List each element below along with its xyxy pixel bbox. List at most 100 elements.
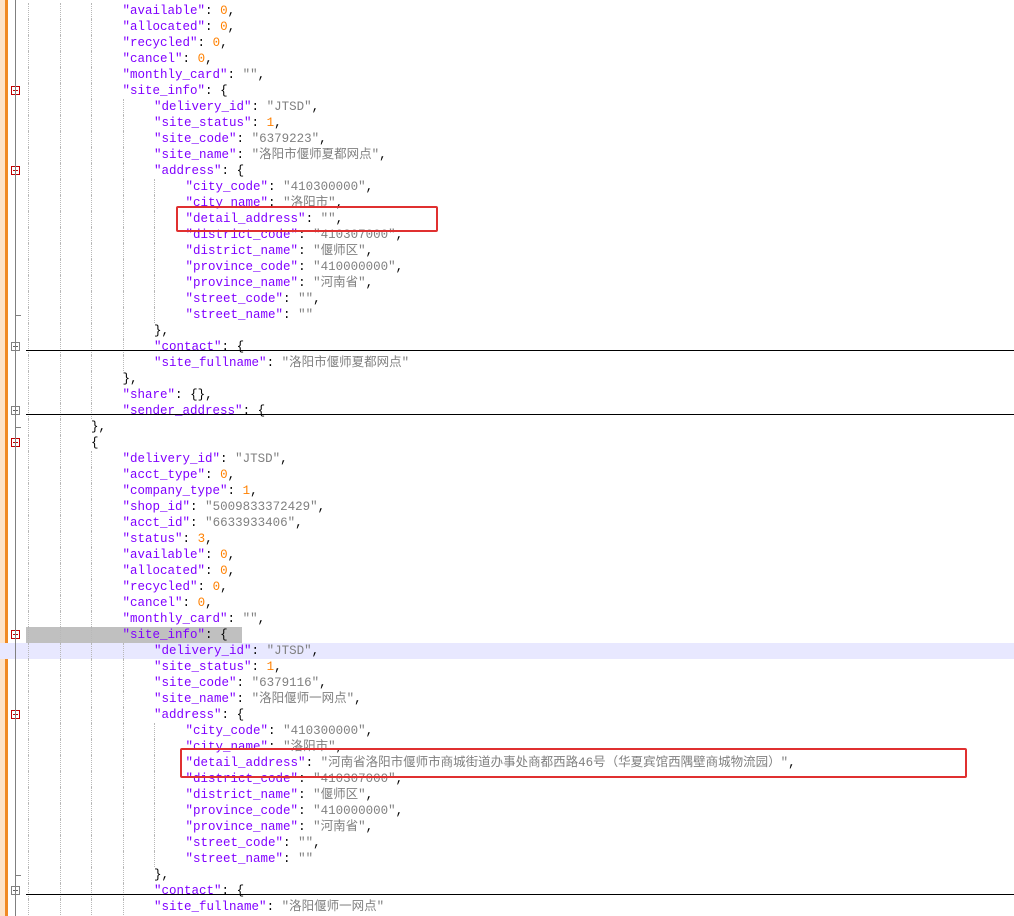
code-line[interactable]: "site_status": 1, (0, 115, 1014, 131)
code-line[interactable]: "site_fullname": "洛阳市偃师夏都网点" (0, 355, 1014, 371)
code-line[interactable]: "available": 0, (0, 3, 1014, 19)
code-line[interactable]: "street_name": "" (0, 851, 1014, 867)
indent-guide (91, 243, 92, 259)
code-line[interactable]: "site_info": { (0, 627, 1014, 643)
code-line[interactable]: "cancel": 0, (0, 595, 1014, 611)
json-value: "偃师区" (313, 244, 366, 258)
code-line[interactable]: }, (0, 323, 1014, 339)
code-line[interactable]: "delivery_id": "JTSD", (0, 99, 1014, 115)
indent-guide (59, 339, 61, 355)
json-colon: : (205, 628, 221, 642)
indent-guide (154, 739, 155, 755)
json-key: monthly_card (130, 612, 221, 626)
code-line[interactable]: "contact": { (0, 339, 1014, 355)
indent-guide (59, 259, 61, 275)
code-line[interactable]: }, (0, 867, 1014, 883)
code-line[interactable]: "available": 0, (0, 547, 1014, 563)
code-line[interactable]: "district_name": "偃师区", (0, 787, 1014, 803)
code-punctuation: }, (154, 324, 170, 338)
code-line[interactable]: "site_code": "6379223", (0, 131, 1014, 147)
code-editor[interactable]: "available": 0, "allocated": 0, "recycled"… (0, 0, 1014, 916)
code-line[interactable]: "detail_address": "", (0, 211, 1014, 227)
code-line[interactable]: "acct_type": 0, (0, 467, 1014, 483)
code-line[interactable]: "share": {}, (0, 387, 1014, 403)
code-line[interactable]: "recycled": 0, (0, 35, 1014, 51)
indent-guide (28, 355, 29, 371)
json-key-quote: " (197, 20, 206, 34)
indent-guide (91, 211, 92, 227)
json-key-quote: " (197, 84, 206, 98)
indent-guide (28, 323, 29, 339)
json-value: { (236, 884, 245, 898)
code-line[interactable]: "district_name": "偃师区", (0, 243, 1014, 259)
indent-guide (28, 51, 29, 67)
json-key-quote: " (244, 660, 252, 674)
code-line[interactable]: "sender_address": { (0, 403, 1014, 419)
indent-guide (59, 643, 61, 659)
json-colon: : (197, 580, 213, 594)
json-comma: , (205, 596, 213, 610)
indent-guide (154, 291, 155, 307)
json-value: 0 (220, 20, 228, 34)
json-key-quote: " (122, 628, 131, 642)
code-line[interactable]: "delivery_id": "JTSD", (0, 643, 1014, 659)
code-line[interactable]: }, (0, 371, 1014, 387)
code-line[interactable]: "street_name": "" (0, 307, 1014, 323)
code-line[interactable]: "city_name": "洛阳市", (0, 195, 1014, 211)
code-line[interactable]: "address": { (0, 163, 1014, 179)
code-line[interactable]: "province_code": "410000000", (0, 803, 1014, 819)
indent-guide (91, 451, 92, 467)
code-line[interactable]: "company_type": 1, (0, 483, 1014, 499)
code-line[interactable]: "site_name": "洛阳偃师一网点", (0, 691, 1014, 707)
code-line[interactable]: "acct_id": "6633933406", (0, 515, 1014, 531)
indent-guide (91, 531, 92, 547)
json-key-quote: " (275, 292, 284, 306)
code-line[interactable]: "monthly_card": "", (0, 67, 1014, 83)
code-line[interactable]: "allocated": 0, (0, 563, 1014, 579)
code-line[interactable]: "cancel": 0, (0, 51, 1014, 67)
code-text: "monthly_card": "", (123, 67, 266, 83)
code-line[interactable]: { (0, 435, 1014, 451)
json-key-quote: " (182, 500, 191, 514)
code-line[interactable]: "address": { (0, 707, 1014, 723)
code-line[interactable]: "street_code": "", (0, 291, 1014, 307)
code-line[interactable]: "district_code": "410307000", (0, 227, 1014, 243)
json-value: "洛阳偃师一网点" (251, 692, 355, 706)
code-line[interactable]: "site_info": { (0, 83, 1014, 99)
code-line[interactable]: "site_name": "洛阳市偃师夏都网点", (0, 147, 1014, 163)
json-key-quote: " (185, 820, 194, 834)
code-line[interactable]: "site_status": 1, (0, 659, 1014, 675)
folded-block-line (26, 414, 1014, 415)
indent-guide (28, 691, 29, 707)
code-line[interactable]: "status": 3, (0, 531, 1014, 547)
code-line[interactable]: "recycled": 0, (0, 579, 1014, 595)
json-key-quote: " (214, 884, 222, 898)
code-line[interactable]: "delivery_id": "JTSD", (0, 451, 1014, 467)
code-line[interactable]: "contact": { (0, 883, 1014, 899)
code-line[interactable]: "province_name": "河南省", (0, 275, 1014, 291)
code-line[interactable]: "allocated": 0, (0, 19, 1014, 35)
code-line[interactable]: "site_fullname": "洛阳偃师一网点" (0, 899, 1014, 915)
code-line[interactable]: "monthly_card": "", (0, 611, 1014, 627)
json-key-quote: " (235, 404, 243, 418)
code-line[interactable]: "city_code": "410300000", (0, 723, 1014, 739)
json-key: site_fullname (161, 900, 260, 914)
json-key: address (161, 708, 215, 722)
code-line[interactable]: "province_name": "河南省", (0, 819, 1014, 835)
json-key-quote: " (154, 100, 162, 114)
json-comma: , (365, 788, 374, 802)
indent-guide (59, 147, 61, 163)
code-line[interactable]: "city_code": "410300000", (0, 179, 1014, 195)
code-line[interactable]: "province_code": "410000000", (0, 259, 1014, 275)
json-colon: : (283, 308, 299, 322)
json-key: city_code (193, 724, 261, 738)
code-line[interactable]: "site_code": "6379116", (0, 675, 1014, 691)
code-line[interactable]: "shop_id": "5009833372429", (0, 499, 1014, 515)
code-line[interactable]: }, (0, 419, 1014, 435)
indent-guide (28, 851, 29, 867)
indent-guide (59, 547, 61, 563)
json-comma: , (365, 244, 374, 258)
code-text: "street_name": "" (186, 851, 314, 867)
code-line[interactable]: "street_code": "", (0, 835, 1014, 851)
json-comma: , (317, 500, 326, 514)
